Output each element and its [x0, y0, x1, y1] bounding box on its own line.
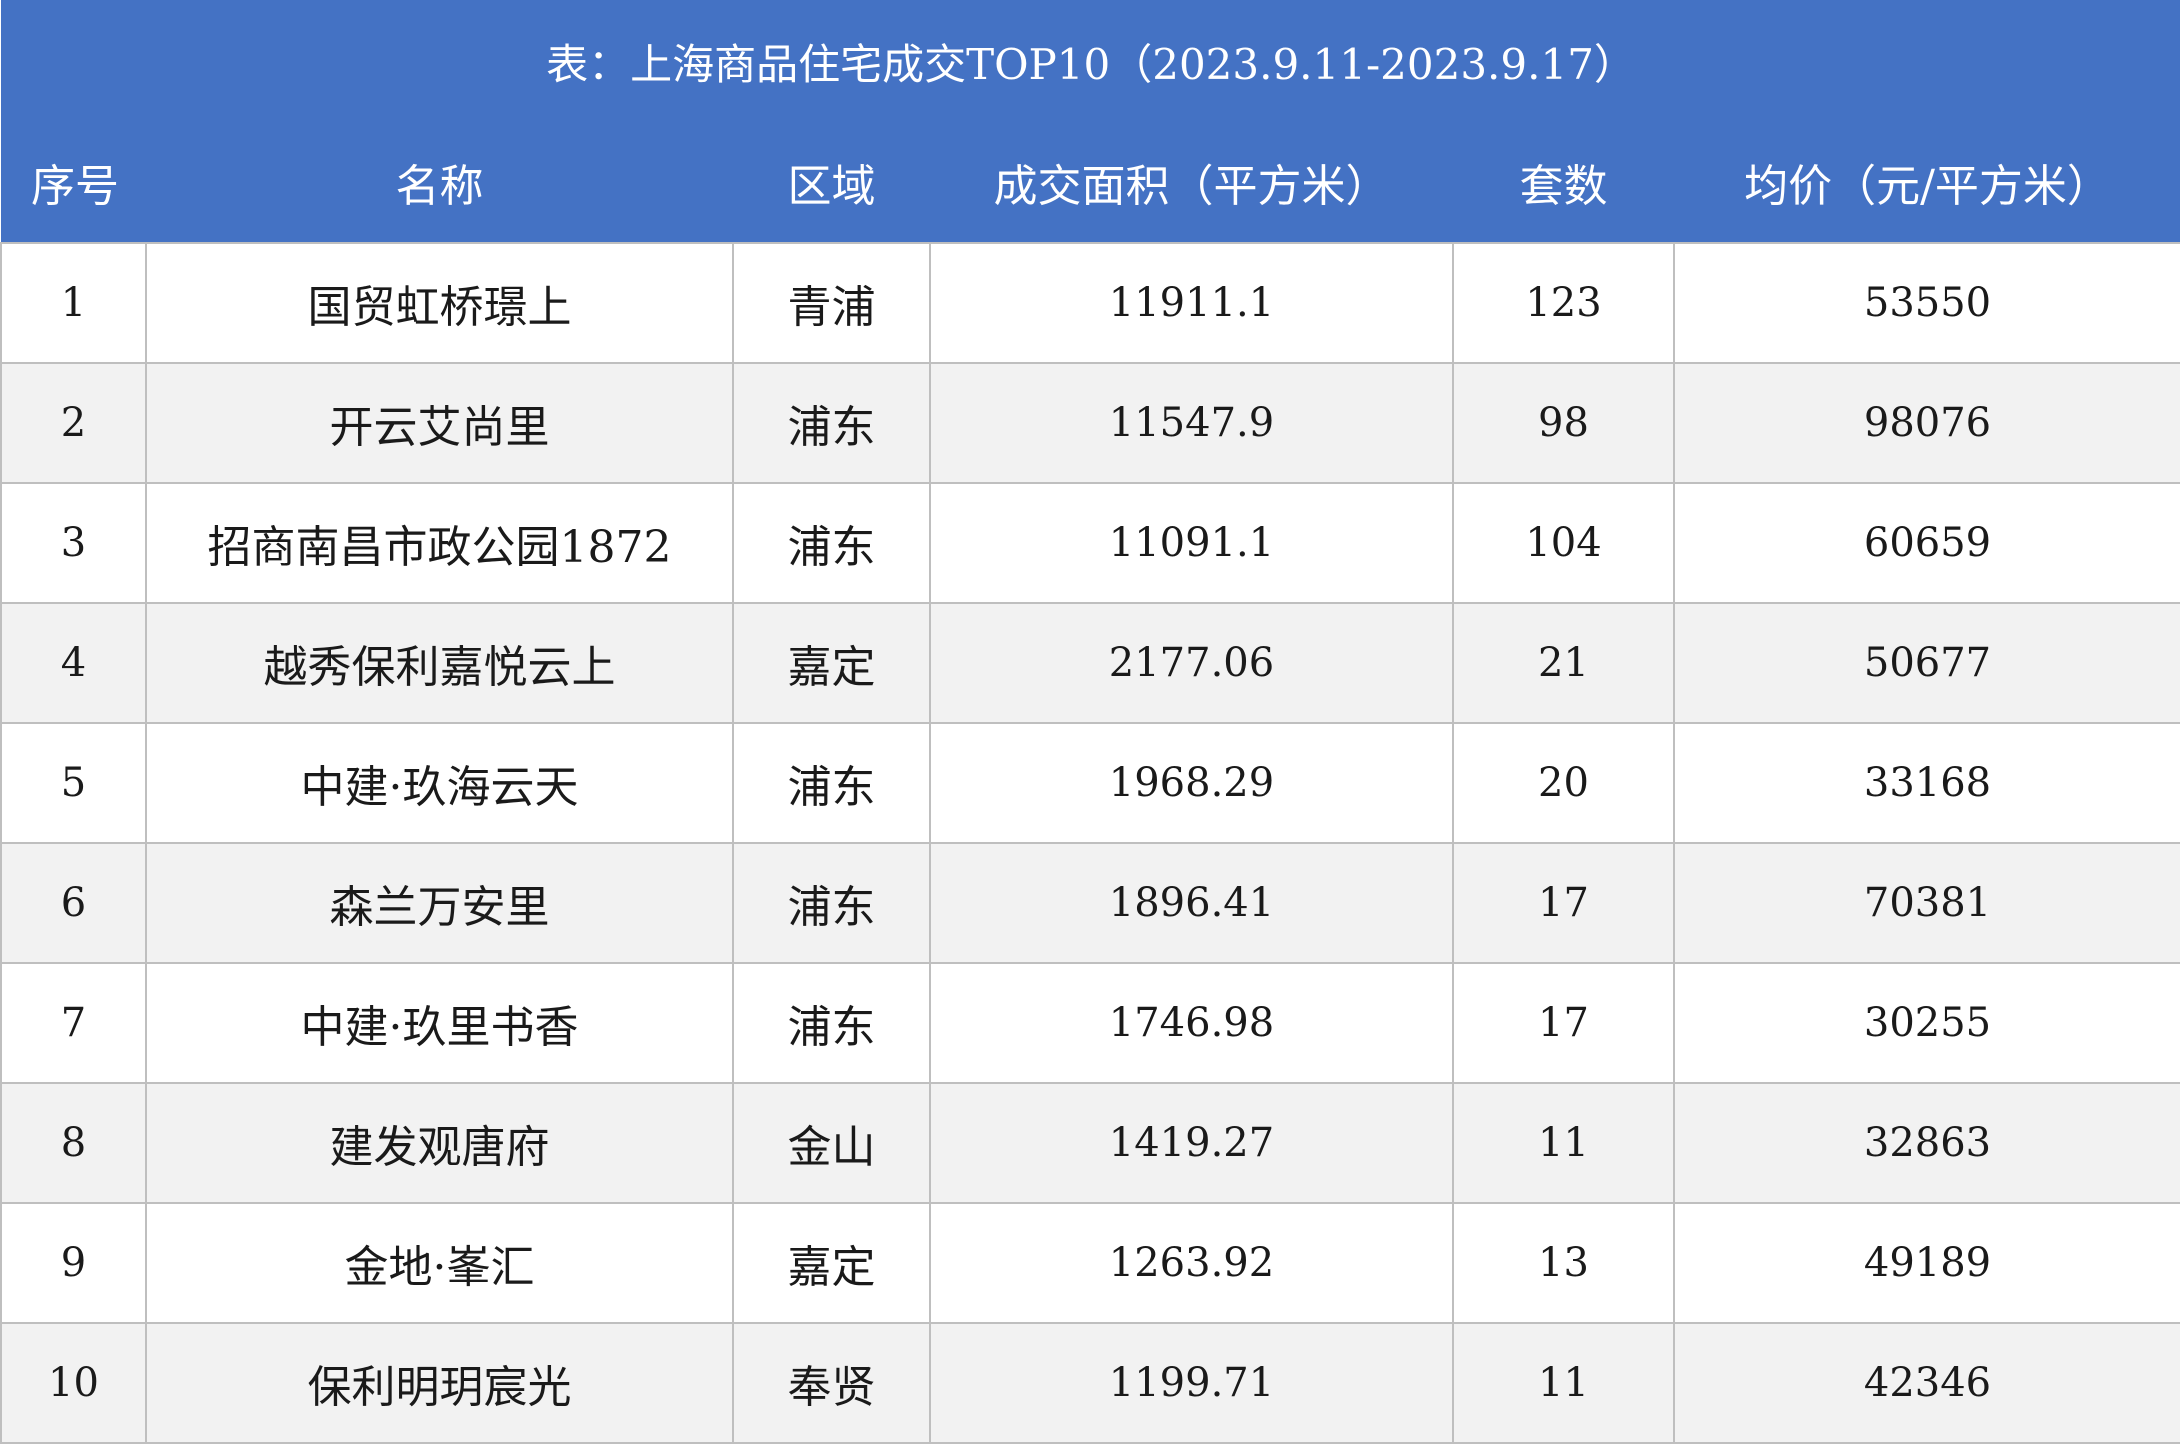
cell-avg-price: 30255 [1672, 962, 2180, 1084]
cell-units: 11 [1452, 1322, 1675, 1444]
cell-name: 中建·玖海云天 [145, 722, 734, 844]
cell-avg-price: 32863 [1672, 1082, 2180, 1204]
cell-district: 嘉定 [732, 1202, 931, 1324]
table-row: 1 国贸虹桥璟上 青浦 11911.1 123 53550 [0, 242, 2180, 364]
header-avg-price: 均价（元/平方米） [1674, 122, 2180, 243]
cell-avg-price: 70381 [1672, 842, 2180, 964]
cell-district: 奉贤 [732, 1322, 931, 1444]
cell-area: 1896.41 [929, 842, 1454, 964]
cell-name: 森兰万安里 [145, 842, 734, 964]
cell-avg-price: 49189 [1672, 1202, 2180, 1324]
table-row: 7 中建·玖里书香 浦东 1746.98 17 30255 [0, 962, 2180, 1084]
cell-name: 金地·峯汇 [145, 1202, 734, 1324]
cell-district: 浦东 [732, 962, 931, 1084]
cell-avg-price: 42346 [1672, 1322, 2180, 1444]
table-title: 表：上海商品住宅成交TOP10（2023.9.11-2023.9.17） [1, 0, 2180, 122]
cell-district: 金山 [732, 1082, 931, 1204]
cell-avg-price: 33168 [1672, 722, 2180, 844]
cell-units: 123 [1452, 242, 1675, 364]
cell-index: 5 [0, 722, 147, 844]
header-area: 成交面积（平方米） [930, 122, 1453, 243]
cell-index: 2 [0, 362, 147, 484]
cell-name: 越秀保利嘉悦云上 [145, 602, 734, 724]
table-title-row: 表：上海商品住宅成交TOP10（2023.9.11-2023.9.17） [1, 0, 2180, 122]
cell-name: 建发观唐府 [145, 1082, 734, 1204]
cell-district: 青浦 [732, 242, 931, 364]
cell-index: 1 [0, 242, 147, 364]
table-row: 8 建发观唐府 金山 1419.27 11 32863 [0, 1082, 2180, 1204]
cell-units: 17 [1452, 962, 1675, 1084]
cell-name: 国贸虹桥璟上 [145, 242, 734, 364]
table-row: 4 越秀保利嘉悦云上 嘉定 2177.06 21 50677 [0, 602, 2180, 724]
header-index: 序号 [1, 122, 146, 243]
cell-area: 1199.71 [929, 1322, 1454, 1444]
cell-avg-price: 98076 [1672, 362, 2180, 484]
cell-units: 17 [1452, 842, 1675, 964]
cell-name: 开云艾尚里 [145, 362, 734, 484]
cell-index: 4 [0, 602, 147, 724]
table-row: 6 森兰万安里 浦东 1896.41 17 70381 [0, 842, 2180, 964]
transaction-table: 表：上海商品住宅成交TOP10（2023.9.11-2023.9.17） 序号 … [0, 0, 2180, 1444]
cell-index: 10 [0, 1322, 147, 1444]
table-body: 1 国贸虹桥璟上 青浦 11911.1 123 53550 2 开云艾尚里 浦东 11547.9 9… [0, 242, 2180, 1444]
cell-units: 21 [1452, 602, 1675, 724]
cell-district: 浦东 [732, 482, 931, 604]
cell-area: 2177.06 [929, 602, 1454, 724]
cell-area: 11091.1 [929, 482, 1454, 604]
header-units: 套数 [1453, 122, 1674, 243]
cell-district: 浦东 [732, 722, 931, 844]
cell-area: 1746.98 [929, 962, 1454, 1084]
cell-units: 13 [1452, 1202, 1675, 1324]
cell-area: 1419.27 [929, 1082, 1454, 1204]
cell-area: 11911.1 [929, 242, 1454, 364]
header-name: 名称 [146, 122, 733, 243]
cell-name: 中建·玖里书香 [145, 962, 734, 1084]
cell-index: 9 [0, 1202, 147, 1324]
cell-index: 8 [0, 1082, 147, 1204]
cell-avg-price: 53550 [1672, 242, 2180, 364]
cell-name: 招商南昌市政公园1872 [145, 482, 734, 604]
table-row: 2 开云艾尚里 浦东 11547.9 98 98076 [0, 362, 2180, 484]
table-row: 5 中建·玖海云天 浦东 1968.29 20 33168 [0, 722, 2180, 844]
table-row: 10 保利明玥宸光 奉贤 1199.71 11 42346 [0, 1322, 2180, 1444]
cell-area: 1263.92 [929, 1202, 1454, 1324]
cell-index: 3 [0, 482, 147, 604]
cell-district: 浦东 [732, 362, 931, 484]
cell-area: 11547.9 [929, 362, 1454, 484]
cell-district: 浦东 [732, 842, 931, 964]
header-district: 区域 [733, 122, 930, 243]
table-header-row: 序号 名称 区域 成交面积（平方米） 套数 均价（元/平方米） [1, 122, 2180, 243]
table-row: 3 招商南昌市政公园1872 浦东 11091.1 104 60659 [0, 482, 2180, 604]
data-table-container: 表：上海商品住宅成交TOP10（2023.9.11-2023.9.17） 序号 … [0, 0, 2180, 1444]
cell-area: 1968.29 [929, 722, 1454, 844]
cell-units: 104 [1452, 482, 1675, 604]
cell-units: 11 [1452, 1082, 1675, 1204]
table-row: 9 金地·峯汇 嘉定 1263.92 13 49189 [0, 1202, 2180, 1324]
cell-avg-price: 60659 [1672, 482, 2180, 604]
cell-units: 98 [1452, 362, 1675, 484]
cell-units: 20 [1452, 722, 1675, 844]
cell-district: 嘉定 [732, 602, 931, 724]
cell-name: 保利明玥宸光 [145, 1322, 734, 1444]
cell-index: 7 [0, 962, 147, 1084]
cell-avg-price: 50677 [1672, 602, 2180, 724]
cell-index: 6 [0, 842, 147, 964]
